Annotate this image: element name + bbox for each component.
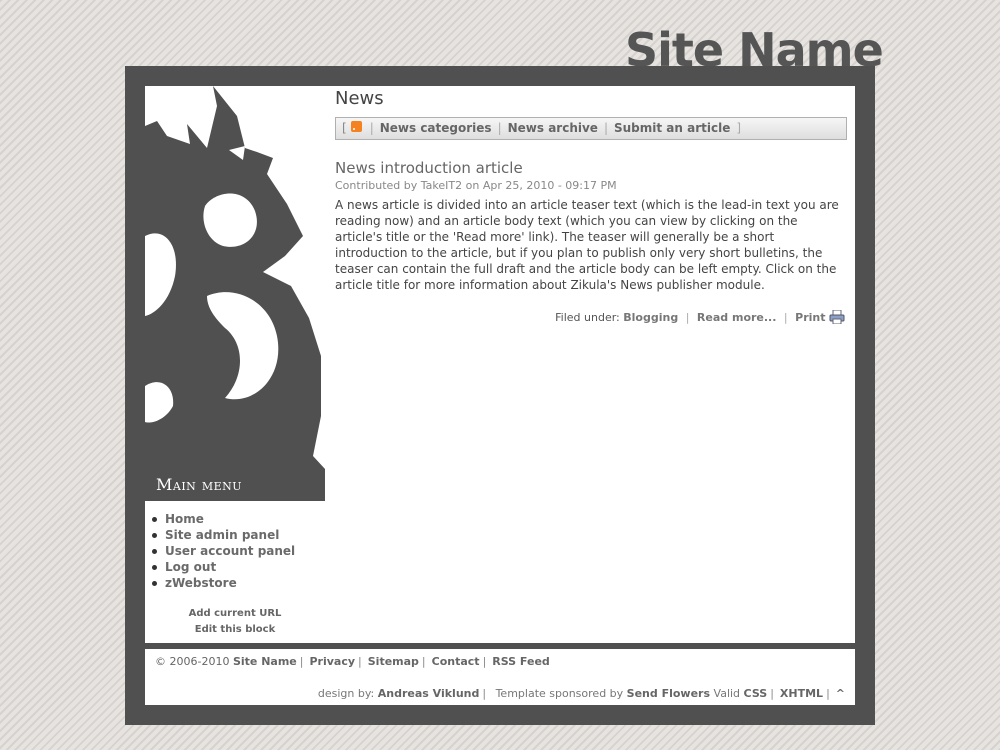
submit-article-link[interactable]: Submit an article bbox=[614, 121, 730, 135]
menu-item-site-admin-panel[interactable]: Site admin panel bbox=[150, 527, 295, 543]
print-link[interactable]: Print bbox=[795, 311, 825, 324]
block-admin-links: Add current URL Edit this block bbox=[145, 606, 325, 638]
edit-block-link[interactable]: Edit this block bbox=[145, 622, 325, 638]
footer-separator: | bbox=[482, 655, 487, 668]
footer-separator: | bbox=[299, 655, 304, 668]
sidebar: Main menu Home Site admin panel User acc… bbox=[145, 86, 325, 643]
valid-label: Valid bbox=[713, 687, 741, 700]
nav-separator: | bbox=[603, 121, 608, 135]
footer-separator: | bbox=[783, 311, 788, 324]
rss-icon[interactable] bbox=[350, 121, 362, 132]
main-menu-title: Main menu bbox=[156, 475, 243, 494]
footer-separator: | bbox=[826, 687, 830, 700]
filed-under-label: Filed under: bbox=[555, 311, 620, 324]
article-body: A news article is divided into an articl… bbox=[335, 198, 839, 292]
news-categories-link[interactable]: News categories bbox=[380, 121, 492, 135]
sponsored-label: Template sponsored by bbox=[495, 687, 624, 700]
valid-css-link[interactable]: CSS bbox=[744, 687, 768, 700]
menu-item-user-account-panel[interactable]: User account panel bbox=[150, 543, 295, 559]
content-panel: Main menu Home Site admin panel User acc… bbox=[145, 86, 855, 643]
nav-separator: | bbox=[497, 121, 502, 135]
sitemap-link[interactable]: Sitemap bbox=[368, 655, 419, 668]
main-menu-header: Main menu bbox=[145, 469, 325, 501]
nav-separator: | bbox=[369, 121, 374, 135]
category-link[interactable]: Blogging bbox=[623, 311, 678, 324]
valid-xhtml-link[interactable]: XHTML bbox=[780, 687, 823, 700]
nav-close-bracket: ] bbox=[736, 121, 742, 135]
footer-site-name-link[interactable]: Site Name bbox=[233, 655, 297, 668]
menu-item-zwebstore[interactable]: zWebstore bbox=[150, 575, 295, 591]
footer-links: © 2006-2010 Site Name | Privacy | Sitemap | Co… bbox=[155, 655, 550, 668]
rss-feed-link[interactable]: RSS Feed bbox=[492, 655, 550, 668]
news-archive-link[interactable]: News archive bbox=[508, 121, 598, 135]
page-frame: Main menu Home Site admin panel User acc… bbox=[125, 66, 875, 725]
printer-icon[interactable] bbox=[829, 309, 845, 325]
menu-item-log-out[interactable]: Log out bbox=[150, 559, 295, 575]
privacy-link[interactable]: Privacy bbox=[309, 655, 355, 668]
article-meta: Contributed by TakeIT2 on Apr 25, 2010 -… bbox=[335, 179, 617, 192]
sponsor-link[interactable]: Send Flowers bbox=[627, 687, 710, 700]
nav-open-bracket: [ bbox=[342, 121, 347, 135]
menu-item-home[interactable]: Home bbox=[150, 511, 295, 527]
news-navigation: [ | News categories | News archive | Submit an… bbox=[335, 117, 847, 140]
footer: © 2006-2010 Site Name | Privacy | Sitemap | Co… bbox=[145, 649, 855, 705]
main-menu-list: Home Site admin panel User account panel… bbox=[150, 511, 295, 591]
footer-separator: | bbox=[482, 687, 487, 700]
dragon-artwork bbox=[145, 86, 325, 469]
footer-credits: design by: Andreas Viklund | Template spo… bbox=[318, 687, 845, 700]
footer-separator: | bbox=[685, 311, 690, 324]
copyright-text: © 2006-2010 bbox=[155, 655, 230, 668]
add-current-url-link[interactable]: Add current URL bbox=[145, 606, 325, 622]
footer-separator: | bbox=[358, 655, 362, 668]
footer-separator: | bbox=[770, 687, 774, 700]
designer-link[interactable]: Andreas Viklund bbox=[378, 687, 480, 700]
footer-separator: | bbox=[421, 655, 426, 668]
article-footer: Filed under: Blogging | Read more... | P… bbox=[555, 309, 845, 325]
article-title[interactable]: News introduction article bbox=[335, 159, 523, 177]
back-to-top-link[interactable]: ^ bbox=[836, 687, 845, 700]
page-heading: News bbox=[335, 88, 384, 109]
design-by-label: design by: bbox=[317, 687, 375, 700]
read-more-link[interactable]: Read more... bbox=[697, 311, 777, 324]
contact-link[interactable]: Contact bbox=[432, 655, 480, 668]
